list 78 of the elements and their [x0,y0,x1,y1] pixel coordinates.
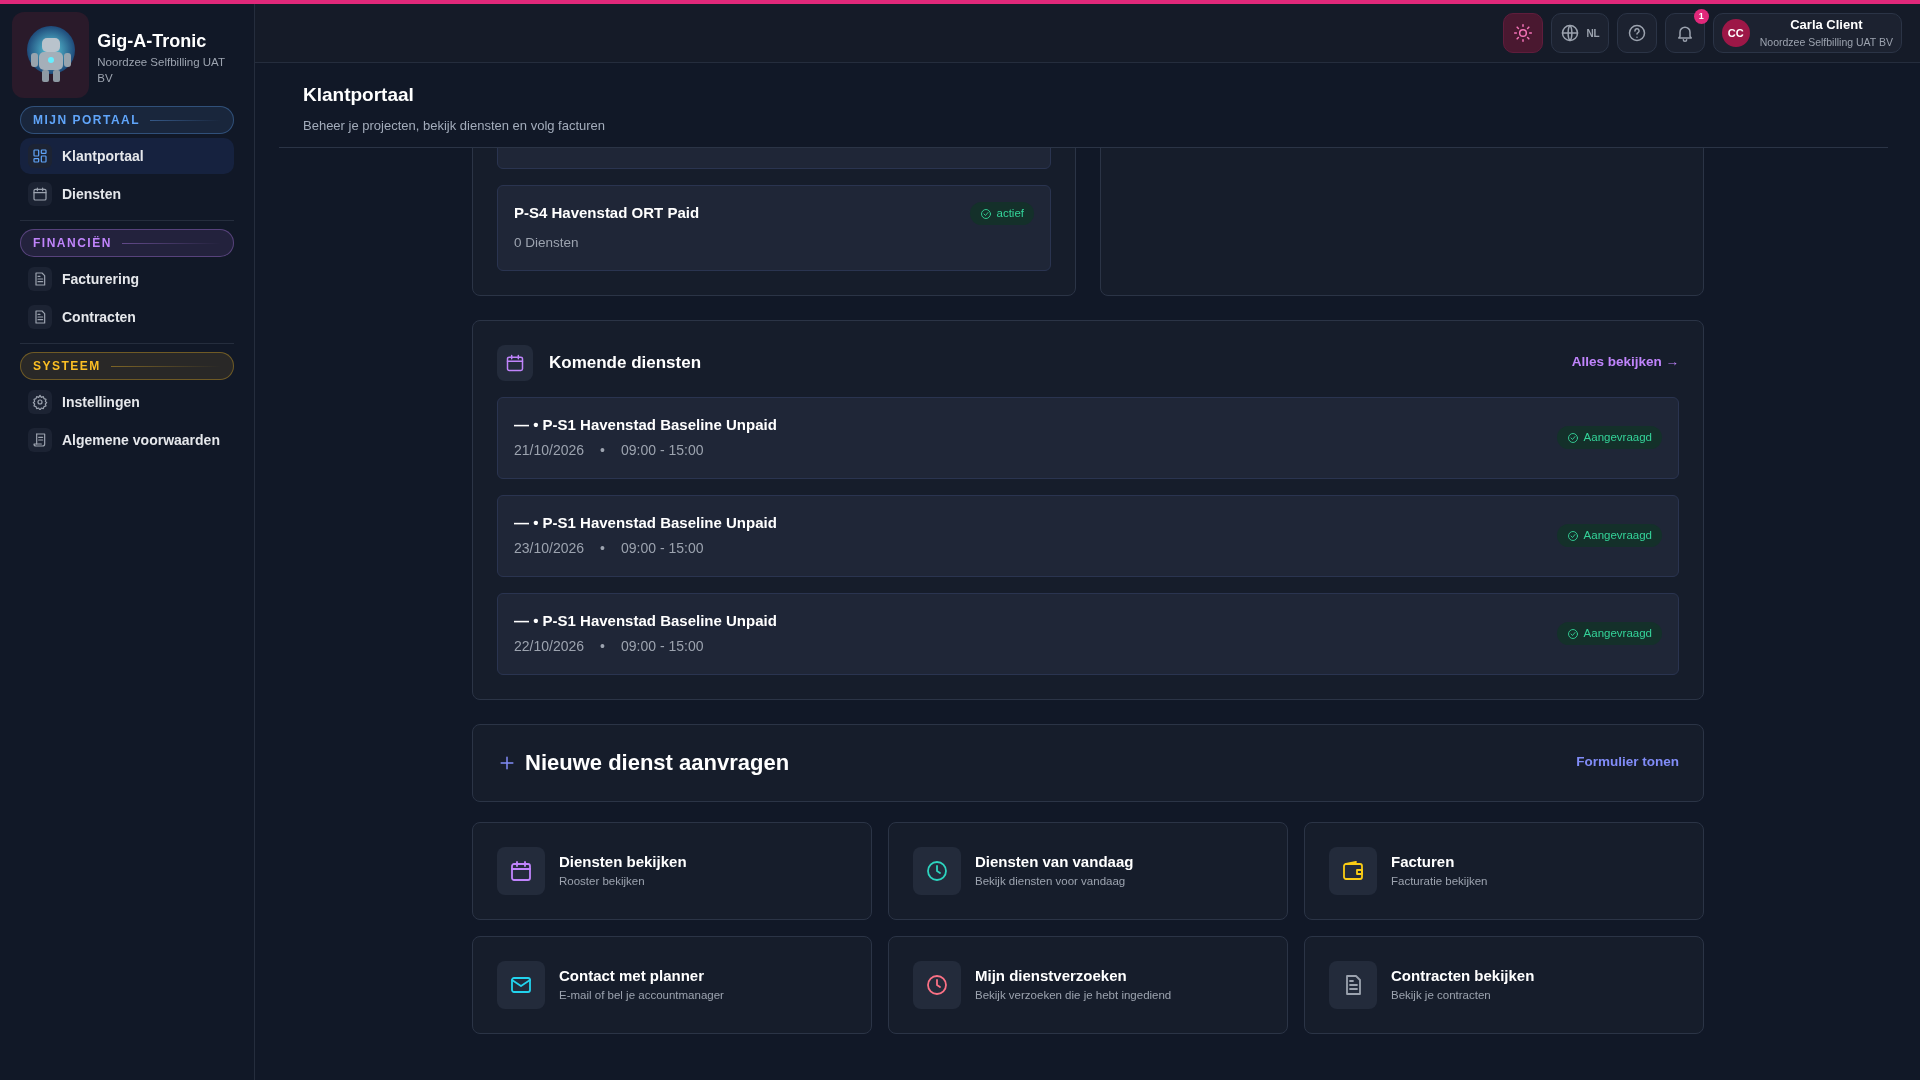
page-subtitle: Beheer je projecten, bekijk diensten en volg facturen [303,116,607,135]
shift-time: 09:00 - 15:00 [621,539,704,559]
sidebar-item[interactable]: Algemene voorwaarden [20,422,234,458]
sidebar-item[interactable]: Diensten [20,176,234,212]
grid-icon [32,148,48,164]
globe-icon [1560,23,1581,43]
shift-title: — • P-S1 Havenstad Baseline Unpaid [514,512,777,533]
check-icon [979,207,992,220]
section-label: SYSTEEM [20,352,234,380]
shift-date: 21/10/2026 [514,441,585,461]
sidebar-item[interactable]: Facturering [20,261,234,297]
sidebar-item[interactable]: Klantportaal [20,138,234,174]
theme-button[interactable] [1503,13,1544,53]
shift-row[interactable]: — • P-S1 Havenstad Baseline Unpaid 23/10/2026 • 09:00 - 15:00 Aangevraagd [497,494,1679,577]
avatar: CC [1721,19,1750,47]
brand-name: Gig-A-Tronic [97,30,208,53]
view-all-link[interactable]: Alles bekijken → [1571,352,1679,373]
separator: • [600,441,605,461]
sun-icon [1513,23,1534,43]
section-label: MIJN PORTAAL [20,106,234,134]
sidebar-item[interactable]: Instellingen [20,384,234,420]
scroll-icon [32,432,48,448]
section-title: Nieuwe dienst aanvragen [525,749,790,777]
separator: • [600,637,605,657]
status-badge: Aangevraagd [1556,425,1662,450]
tile-title: Diensten van vandaag [975,851,1134,872]
language-button[interactable]: NL [1551,13,1609,53]
company-name: Noordzee Selfbilling UAT BV [97,55,226,86]
service-count: 0 Diensten [514,234,580,253]
notification-count: 1 [1693,9,1709,24]
tile-subtitle: Rooster bekijken [559,874,646,890]
shift-title: — • P-S1 Havenstad Baseline Unpaid [514,610,777,631]
check-icon [1566,431,1579,444]
separator: • [600,539,605,559]
tile-title: Contact met planner [559,965,706,986]
tile-subtitle: Bekijk diensten voor vandaag [975,874,1127,890]
settings-icon [32,394,48,410]
tile-title: Contracten bekijken [1391,965,1535,986]
shift-row[interactable]: — • P-S1 Havenstad Baseline Unpaid 21/10/2026 • 09:00 - 15:00 Aangevraagd [497,396,1679,479]
shift-date: 22/10/2026 [514,637,585,657]
section-label: FINANCIËN [20,229,234,257]
project-name: P-S4 Havenstad ORT Paid [514,203,700,224]
status-badge: Aangevraagd [1556,621,1662,646]
status-badge: actief [969,202,1034,226]
status-badge: Aangevraagd [1556,523,1662,548]
tile-subtitle: Bekijk je contracten [1391,988,1492,1004]
shift-row[interactable]: — • P-S1 Havenstad Baseline Unpaid 22/10/2026 • 09:00 - 15:00 Aangevraagd [497,592,1679,675]
help-button[interactable] [1616,13,1657,53]
shortcut-tile[interactable]: Contracten bekijken Bekijk je contracten [1304,935,1704,1034]
check-icon [1566,627,1579,640]
tile-subtitle: Facturatie bekijken [1391,874,1488,890]
calendar-icon [505,352,525,373]
user-name: Carla Client [1790,16,1863,35]
check-icon [1566,529,1579,542]
shortcut-tile[interactable]: Facturen Facturatie bekijken [1304,821,1704,920]
user-menu[interactable]: CC Carla Client Noordzee Selfbilling UAT BV [1712,13,1902,53]
page-title: Klantportaal [303,83,415,107]
sidebar-item[interactable]: Contracten [20,299,234,335]
show-form-link[interactable]: Formulier tonen [1576,752,1679,773]
section-title: Komende diensten [549,351,702,374]
help-icon [1626,23,1647,43]
tile-title: Diensten bekijken [559,851,687,872]
calendar-icon [32,186,48,202]
shortcut-tile[interactable]: Mijn dienstverzoeken Bekijk verzoeken die je hebt ingediend [888,935,1288,1034]
shortcut-tile[interactable]: Diensten van vandaag Bekijk diensten voor vandaag [888,821,1288,920]
shortcut-tile[interactable]: Contact met planner E-mail of bel je accountmanager [472,935,872,1034]
shift-title: — • P-S1 Havenstad Baseline Unpaid [514,414,777,435]
shift-date: 23/10/2026 [514,539,585,559]
shortcut-tile[interactable]: Diensten bekijken Rooster bekijken [472,821,872,920]
tile-subtitle: Bekijk verzoeken die je hebt ingediend [975,988,1172,1004]
tile-subtitle: E-mail of bel je accountmanager [559,988,724,1004]
tile-title: Facturen [1391,851,1456,872]
user-company: Noordzee Selfbilling UAT BV [1759,34,1893,50]
document-icon [32,309,48,325]
tile-title: Mijn dienstverzoeken [975,965,1128,986]
shift-time: 09:00 - 15:00 [621,441,704,461]
document-icon [32,271,48,287]
shift-time: 09:00 - 15:00 [621,637,704,657]
